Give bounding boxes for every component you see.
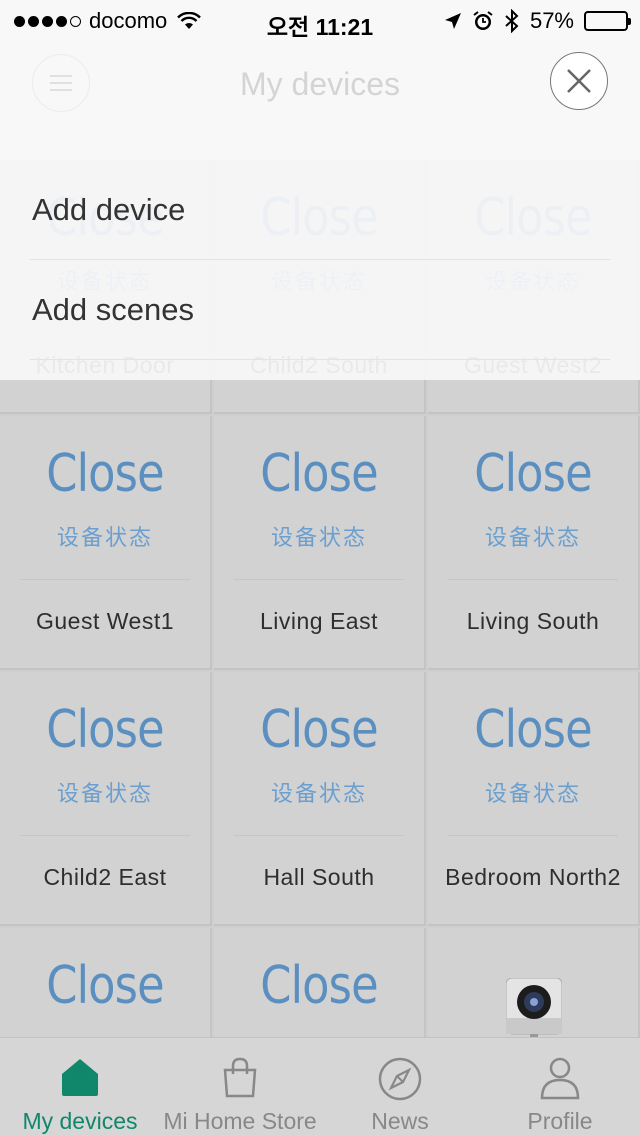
divider <box>20 579 190 580</box>
device-tile[interactable]: Close 设备状态 Living East <box>214 416 426 670</box>
device-state: Close <box>474 444 592 504</box>
page-title: My devices <box>239 66 401 102</box>
shopping-bag-icon <box>223 1057 257 1098</box>
device-tile[interactable]: Close 设备状态 Guest West1 <box>0 416 212 670</box>
device-tile[interactable]: Close 设备状态 Bedroom North2 <box>428 672 640 926</box>
divider <box>448 579 618 580</box>
tab-my-devices[interactable]: My devices <box>0 1038 160 1136</box>
device-status-label: 设备状态 <box>270 782 367 807</box>
device-tile[interactable]: Close设备状态 <box>214 928 426 1037</box>
bluetooth-icon <box>505 9 519 33</box>
location-arrow-icon <box>444 13 461 29</box>
device-state: Close <box>260 956 378 1016</box>
close-button[interactable] <box>550 52 608 110</box>
menu-item-label: Add scenes <box>32 292 194 327</box>
tab-label: Mi Home Store <box>163 1108 317 1134</box>
home-icon <box>62 1059 98 1096</box>
device-tile[interactable]: Close 设备状态 Child2 East <box>0 672 212 926</box>
tab-label: Profile <box>527 1108 593 1134</box>
device-status-label: 设备状态 <box>56 526 153 551</box>
tab-label: News <box>371 1108 429 1134</box>
tab-profile[interactable]: Profile <box>480 1038 640 1136</box>
tab-news[interactable]: News <box>320 1038 480 1136</box>
battery-icon <box>584 11 631 31</box>
add-menu: Add device Add scenes <box>0 160 640 380</box>
header: My devices <box>0 40 640 160</box>
divider <box>20 835 190 836</box>
device-name: Living East <box>259 608 378 634</box>
tab-bar: My devices Mi Home Store News Profile <box>0 1037 640 1136</box>
device-state: Close <box>474 700 592 760</box>
person-icon <box>540 1057 580 1100</box>
tab-mi-home-store[interactable]: Mi Home Store <box>160 1038 320 1136</box>
add-device-menu-item[interactable]: Add device <box>30 160 610 260</box>
device-tile[interactable] <box>428 928 640 1037</box>
device-state: Close <box>260 444 378 504</box>
device-name: Bedroom North2 <box>445 864 621 890</box>
device-tile[interactable]: Close设备状态 <box>0 928 212 1037</box>
device-name: Hall South <box>263 864 375 890</box>
device-name: Child2 East <box>43 864 167 890</box>
add-scenes-menu-item[interactable]: Add scenes <box>30 260 610 360</box>
device-status-label: 设备状态 <box>484 782 581 807</box>
device-state: Close <box>260 700 378 760</box>
device-state: Close <box>46 956 164 1016</box>
menu-item-label: Add device <box>32 192 186 227</box>
tab-label: My devices <box>22 1108 138 1134</box>
alarm-clock-icon <box>473 11 493 30</box>
device-name: Guest West1 <box>35 608 175 634</box>
battery-percent: 57% <box>529 8 574 33</box>
device-state: Close <box>46 444 164 504</box>
divider <box>448 835 618 836</box>
status-icons: 57% <box>444 8 631 34</box>
device-status-label: 设备状态 <box>56 782 153 807</box>
divider <box>234 579 404 580</box>
camera-icon <box>506 978 562 1037</box>
device-status-label: 设备状态 <box>484 526 581 551</box>
device-status-label: 设备状态 <box>270 526 367 551</box>
divider <box>234 835 404 836</box>
device-state: Close <box>46 700 164 760</box>
close-icon <box>567 69 591 93</box>
device-name: Living South <box>466 608 600 634</box>
device-tile[interactable]: Close 设备状态 Living South <box>428 416 640 670</box>
device-tile[interactable]: Close 设备状态 Hall South <box>214 672 426 926</box>
compass-icon <box>378 1057 422 1101</box>
status-bar: docomo 오전 11:21 57% <box>0 0 640 40</box>
